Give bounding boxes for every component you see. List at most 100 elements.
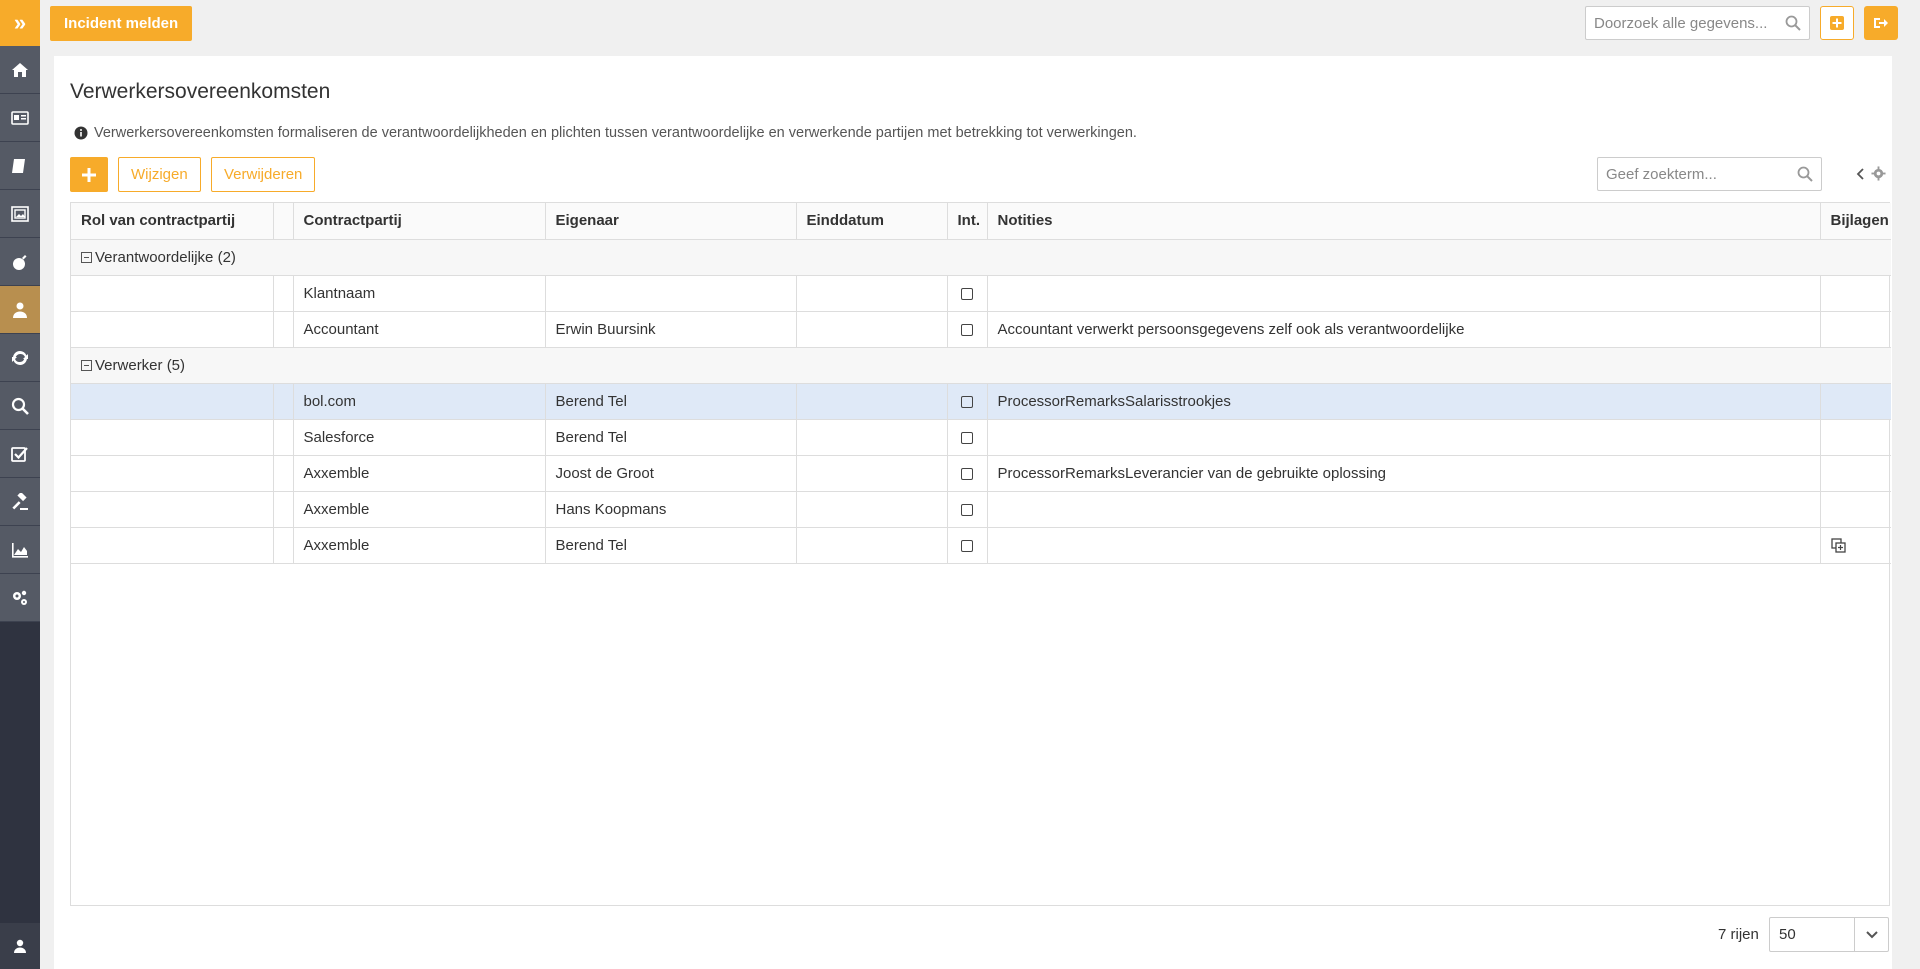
cogs-icon	[13, 590, 27, 605]
sign-out-icon	[1874, 18, 1888, 28]
contracts-table: Rol van contractpartij Contractpartij Ei…	[70, 202, 1891, 906]
search-icon	[11, 397, 29, 415]
collapse-minus-icon[interactable]	[81, 359, 92, 371]
group-row[interactable]: Verwerker (5)	[71, 347, 1891, 384]
int-checkbox[interactable]	[961, 503, 973, 516]
column-header-notes[interactable]: Notities	[987, 203, 1821, 240]
sidebar-item-refresh[interactable]	[0, 334, 40, 382]
table-row[interactable]: Salesforce Berend Tel	[71, 419, 1891, 456]
column-header-int[interactable]: Int.	[947, 203, 988, 240]
group-header-cell[interactable]: Verwerker (5)	[71, 347, 1891, 384]
cell-notes	[987, 527, 1821, 564]
group-row[interactable]: Verantwoordelijke (2)	[71, 239, 1891, 276]
int-checkbox[interactable]	[961, 287, 973, 300]
collapse-minus-icon[interactable]	[81, 251, 92, 263]
id-card-icon	[11, 110, 29, 125]
cell-blank	[273, 419, 294, 456]
sidebar-toggle-button[interactable]: »	[0, 0, 40, 46]
row-count: 7 rijen	[1718, 926, 1759, 943]
sidebar: »	[0, 0, 40, 969]
table-row[interactable]: Axxemble Hans Koopmans	[71, 491, 1891, 528]
cell-party: Accountant	[293, 311, 546, 348]
cell-int	[947, 275, 988, 312]
search-icon[interactable]	[1797, 166, 1813, 182]
incident-report-button[interactable]: Incident melden	[50, 6, 193, 41]
cell-blank	[273, 527, 294, 564]
table-search-input[interactable]	[1598, 158, 1788, 190]
cell-owner: Berend Tel	[545, 527, 797, 564]
refresh-icon	[12, 350, 28, 365]
plus-square-icon	[1830, 16, 1844, 30]
page-size-dropdown-button[interactable]	[1854, 918, 1888, 951]
sidebar-item-checkbox[interactable]	[0, 430, 40, 478]
cell-party: Axxemble	[293, 491, 546, 528]
global-search-input[interactable]	[1586, 7, 1776, 39]
cell-end-date	[796, 455, 948, 492]
logout-button[interactable]	[1864, 6, 1898, 40]
delete-button[interactable]: Verwijderen	[211, 157, 316, 192]
chevron-left-icon[interactable]	[1856, 167, 1866, 181]
cell-owner: Berend Tel	[545, 419, 797, 456]
column-header-attachments[interactable]: Bijlagen	[1820, 203, 1891, 240]
int-checkbox[interactable]	[961, 467, 973, 480]
info-description: Verwerkersovereenkomsten formaliseren de…	[74, 125, 1137, 141]
gavel-icon	[12, 492, 28, 510]
int-checkbox[interactable]	[961, 431, 973, 444]
table-row[interactable]: Axxemble Berend Tel	[71, 527, 1891, 564]
cell-owner: Erwin Buursink	[545, 311, 797, 348]
cell-end-date	[796, 527, 948, 564]
attachment-copy-icon[interactable]	[1830, 538, 1846, 553]
cell-party: Klantnaam	[293, 275, 546, 312]
cell-int	[947, 383, 988, 420]
edit-button[interactable]: Wijzigen	[118, 157, 201, 192]
sidebar-item-cogs[interactable]	[0, 574, 40, 622]
double-chevron-right-icon: »	[13, 10, 27, 35]
search-icon[interactable]	[1785, 15, 1801, 31]
column-header-blank	[273, 203, 294, 240]
cell-role	[71, 311, 274, 348]
sidebar-item-picture-frame[interactable]	[0, 190, 40, 238]
sidebar-item-book[interactable]	[0, 142, 40, 190]
sidebar-user-button[interactable]	[0, 923, 40, 969]
cell-owner	[545, 275, 797, 312]
cell-end-date	[796, 383, 948, 420]
sidebar-item-home[interactable]	[0, 46, 40, 94]
cell-notes: Accountant verwerkt persoonsgegevens zel…	[987, 311, 1821, 348]
sidebar-item-search[interactable]	[0, 382, 40, 430]
picture-frame-icon	[11, 205, 29, 222]
add-new-button[interactable]	[1820, 6, 1854, 40]
area-chart-icon	[12, 542, 28, 558]
column-header-party[interactable]: Contractpartij	[293, 203, 546, 240]
gear-icon[interactable]	[1871, 166, 1886, 181]
int-checkbox[interactable]	[961, 539, 973, 552]
cell-int	[947, 491, 988, 528]
info-circle-icon	[74, 126, 88, 140]
sidebar-item-bomb[interactable]	[0, 238, 40, 286]
column-header-owner[interactable]: Eigenaar	[545, 203, 797, 240]
int-checkbox[interactable]	[961, 323, 973, 336]
group-header-cell[interactable]: Verantwoordelijke (2)	[71, 239, 1891, 276]
cell-notes	[987, 275, 1821, 312]
cell-attachments	[1820, 527, 1891, 564]
sidebar-item-user[interactable]	[0, 286, 40, 334]
sidebar-item-id-card[interactable]	[0, 94, 40, 142]
home-icon	[12, 62, 28, 77]
table-row[interactable]: Klantnaam	[71, 275, 1891, 312]
table-row[interactable]: bol.com Berend Tel ProcessorRemarksSalaris…	[71, 383, 1891, 420]
column-header-end-date[interactable]: Einddatum	[796, 203, 948, 240]
checkbox-icon	[11, 446, 28, 462]
page-size-select[interactable]: 50	[1769, 917, 1889, 952]
add-button[interactable]	[70, 157, 108, 192]
table-row[interactable]: Accountant Erwin Buursink Accountant verwe…	[71, 311, 1891, 348]
int-checkbox[interactable]	[961, 395, 973, 408]
table-row[interactable]: Axxemble Joost de Groot ProcessorRemarksLe…	[71, 455, 1891, 492]
cell-notes: ProcessorRemarksLeverancier van de gebru…	[987, 455, 1821, 492]
column-header-role[interactable]: Rol van contractpartij	[71, 203, 274, 240]
cell-int	[947, 311, 988, 348]
sidebar-item-area-chart[interactable]	[0, 526, 40, 574]
group-label: Verantwoordelijke (2)	[95, 248, 236, 266]
global-search	[1585, 6, 1810, 40]
sidebar-item-gavel[interactable]	[0, 478, 40, 526]
cell-int	[947, 455, 988, 492]
cell-role	[71, 491, 274, 528]
